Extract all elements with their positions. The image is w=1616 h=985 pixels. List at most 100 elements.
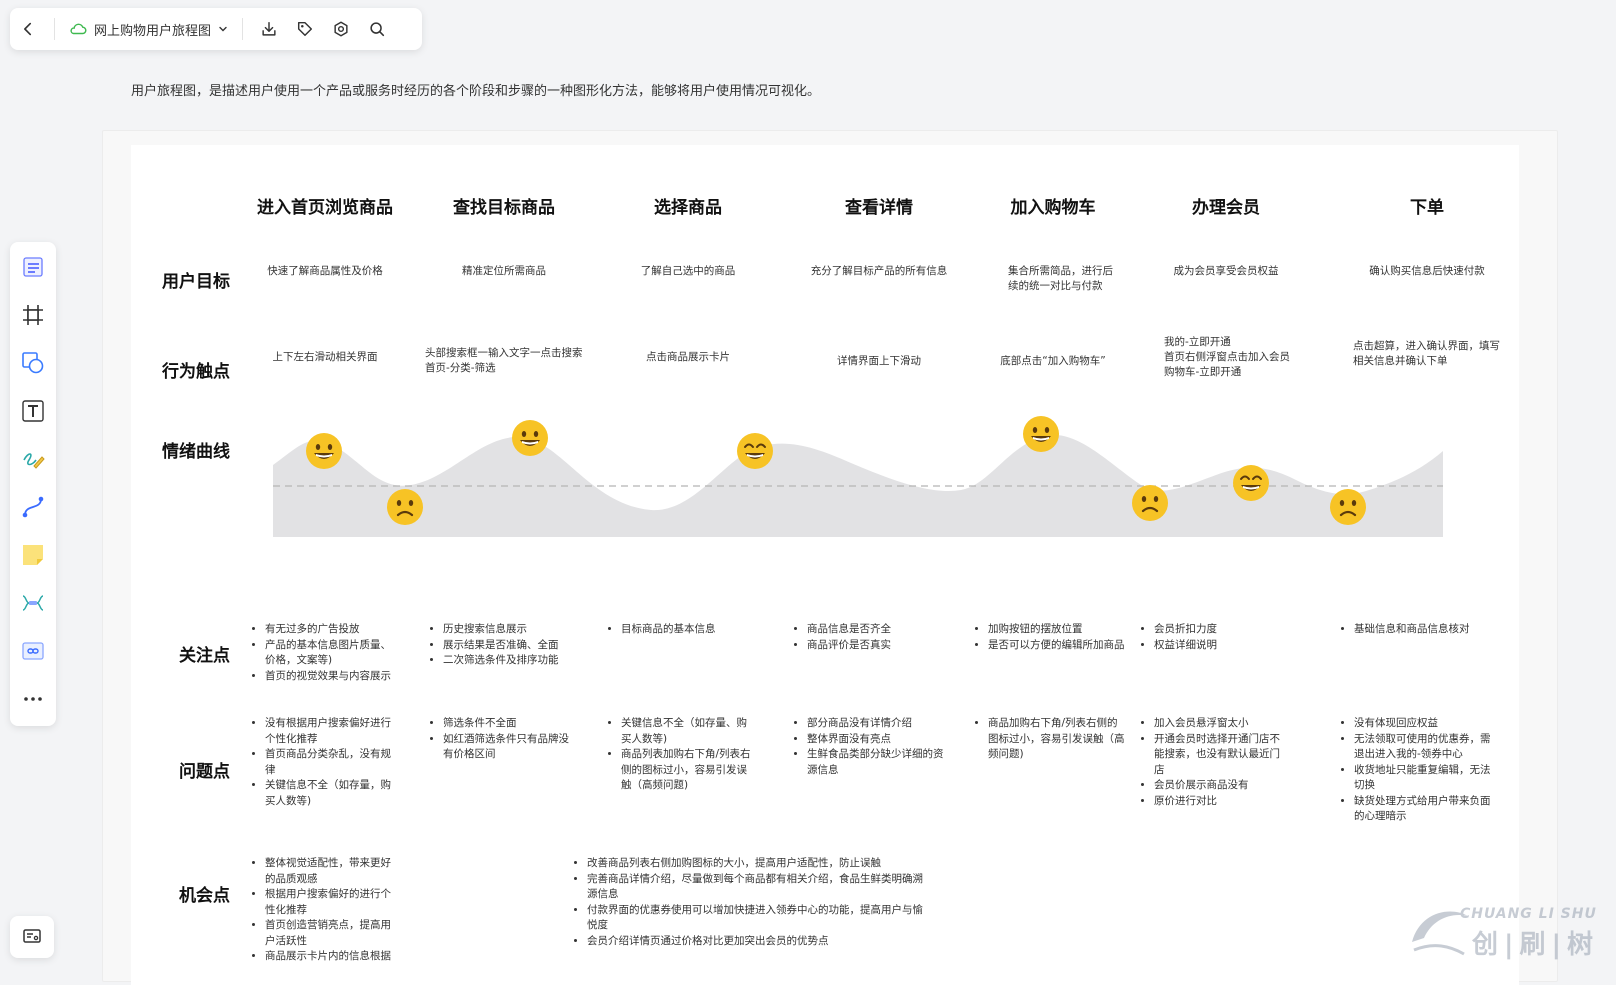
focus-list: 加购按钮的摆放位置 是否可以方便的编辑所加商品 (974, 622, 1128, 653)
focus-list: 历史搜索信息展示 展示结果是否准确、全面 二次筛选条件及排序功能 (429, 622, 603, 669)
row-label-opportunity: 机会点 (179, 886, 230, 906)
left-tool-panel (10, 242, 56, 726)
list-item: 加入会员悬浮窗太小 (1154, 716, 1290, 732)
emotion-grin-icon (1233, 465, 1269, 501)
settings-button[interactable] (323, 11, 359, 47)
list-item: 筛选条件不全面 (443, 716, 579, 732)
toolbar-divider (54, 18, 55, 40)
list-item: 首页创造营销亮点，提高用户活跃性 (265, 918, 401, 949)
journey-map-canvas[interactable]: 进入首页浏览商品 查找目标商品 选择商品 查看详情 加入购物车 办理会员 下单 … (131, 145, 1519, 985)
emotion-happy-icon (306, 433, 342, 469)
problem-list: 商品加购右下角/列表右侧的图标过小，容易引发误触（高频问题) (974, 716, 1126, 763)
list-item: 有无过多的广告投放 (265, 622, 401, 638)
list-item: 整体视觉适配性，带来更好的品质观感 (265, 856, 401, 887)
watermark-cjk-text: 创|刷|树 (1472, 930, 1599, 960)
list-item: 无法领取可使用的优惠券，需退出进入我的-领券中心 (1354, 732, 1494, 763)
embed-link-tool[interactable] (14, 632, 52, 670)
problem-list: 没有根据用户搜索偏好进行个性化推荐 首页商品分类杂乱，没有规律 关键信息不全（如… (251, 716, 401, 809)
mindmap-tool[interactable] (14, 584, 52, 622)
problem-list: 加入会员悬浮窗太小 开通会员时选择开通门店不能搜索，也没有默认最近门店 会员价展… (1140, 716, 1290, 809)
list-item: 部分商品没有详情介绍 (807, 716, 947, 732)
list-item: 改善商品列表右侧加购图标的大小，提高用户适配性，防止误触 (587, 856, 927, 872)
list-item: 缺货处理方式给用户带来负面的心理暗示 (1354, 794, 1494, 825)
list-item: 生鲜食品类部分缺少详细的资源信息 (807, 747, 947, 778)
document-title: 网上购物用户旅程图 (94, 23, 212, 39)
list-item: 基础信息和商品信息核对 (1354, 622, 1504, 638)
mindmap-icon (22, 595, 44, 611)
pen-tool[interactable] (14, 440, 52, 478)
focus-list: 有无过多的广告投放 产品的基本信息图片质量、价格，文案等) 首页的视觉效果与内容… (251, 622, 401, 684)
list-item: 加购按钮的摆放位置 (988, 622, 1128, 638)
list-item: 付款界面的优惠券使用可以增加快捷进入领券中心的功能，提高用户与愉悦度 (587, 903, 927, 934)
list-item: 没有体现回应权益 (1354, 716, 1494, 732)
more-tools-button[interactable] (14, 680, 52, 718)
list-item: 关键信息不全（如存量、购买人数等) (621, 716, 757, 747)
pen-icon (23, 453, 45, 469)
page-description: 用户旅程图，是描述用户使用一个产品或服务时经历的各个阶段和步骤的一种图形化方法，… (131, 84, 821, 99)
list-item: 整体界面没有亮点 (807, 732, 947, 748)
opportunity-list-middle: 改善商品列表右侧加购图标的大小，提高用户适配性，防止误触 完善商品详情介绍，尽量… (573, 856, 927, 949)
frame-icon (23, 305, 43, 325)
list-item: 完善商品详情介绍，尽量做到每个商品都有相关介绍，食品生鲜类明确溯源信息 (587, 872, 927, 903)
focus-list: 基础信息和商品信息核对 (1340, 622, 1504, 638)
download-icon (262, 21, 276, 36)
row-label-focus: 关注点 (179, 646, 230, 666)
chevron-down-icon (219, 26, 227, 32)
outline-tool[interactable] (14, 248, 52, 286)
list-item: 商品信息是否齐全 (807, 622, 957, 638)
outline-icon (23, 257, 43, 277)
frame-tool[interactable] (14, 296, 52, 334)
toolbar-divider (242, 18, 244, 40)
list-item: 会员价展示商品没有 (1154, 778, 1290, 794)
list-item: 商品加购右下角/列表右侧的图标过小，容易引发误触（高频问题) (988, 716, 1126, 763)
list-item: 商品评价是否真实 (807, 638, 957, 654)
sticky-note-icon (23, 545, 43, 565)
top-toolbar: 网上购物用户旅程图 (10, 8, 422, 50)
list-item: 开通会员时选择开通门店不能搜索，也没有默认最近门店 (1154, 732, 1290, 779)
row-label-problem: 问题点 (179, 762, 230, 782)
back-icon (24, 22, 32, 36)
cloud-icon (70, 23, 87, 35)
problem-list: 关键信息不全（如存量、购买人数等) 商品列表加购右下角/列表右侧的图标过小，容易… (607, 716, 757, 794)
search-button[interactable] (359, 11, 395, 47)
list-item: 产品的基本信息图片质量、价格，文案等) (265, 638, 401, 669)
list-item: 是否可以方便的编辑所加商品 (988, 638, 1128, 654)
emotion-happy-icon (1023, 416, 1059, 452)
shape-tool[interactable] (14, 344, 52, 382)
document-title-dropdown[interactable]: 网上购物用户旅程图 (63, 20, 234, 39)
problem-list: 部分商品没有详情介绍 整体界面没有亮点 生鲜食品类部分缺少详细的资源信息 (793, 716, 947, 778)
text-tool[interactable] (14, 392, 52, 430)
connector-tool[interactable] (14, 488, 52, 526)
emotion-happy-icon (512, 420, 548, 456)
list-item: 商品展示卡片内的信息根据 (265, 949, 401, 965)
watermark-latin-text: CHUANG LI SHU (1460, 906, 1597, 922)
shape-icon (22, 352, 44, 374)
emotion-grin-icon (737, 433, 773, 469)
focus-list: 目标商品的基本信息 (607, 622, 771, 638)
download-button[interactable] (251, 11, 287, 47)
back-button[interactable] (10, 11, 46, 47)
focus-list: 会员折扣力度 权益详细说明 (1140, 622, 1294, 653)
focus-list: 商品信息是否齐全 商品评价是否真实 (793, 622, 957, 653)
sticky-note-tool[interactable] (14, 536, 52, 574)
problem-list: 没有体现回应权益 无法领取可使用的优惠券，需退出进入我的-领券中心 收货地址只能… (1340, 716, 1494, 825)
tag-icon (297, 21, 313, 37)
list-item: 收货地址只能重复编辑，无法切换 (1354, 763, 1494, 794)
list-item: 如红酒筛选条件只有品牌没有价格区间 (443, 732, 579, 763)
list-item: 会员介绍详情页通过价格对比更加突出会员的优势点 (587, 934, 927, 950)
list-item: 没有根据用户搜索偏好进行个性化推荐 (265, 716, 401, 747)
list-item: 目标商品的基本信息 (621, 622, 771, 638)
search-icon (370, 22, 385, 37)
emotion-sad-icon (1330, 489, 1366, 525)
present-button[interactable] (10, 916, 54, 958)
settings-icon (334, 21, 348, 37)
text-icon (22, 400, 44, 422)
list-item: 权益详细说明 (1154, 638, 1294, 654)
tag-button[interactable] (287, 11, 323, 47)
problem-list: 筛选条件不全面 如红酒筛选条件只有品牌没有价格区间 (429, 716, 579, 763)
list-item: 原价进行对比 (1154, 794, 1290, 810)
list-item: 二次筛选条件及排序功能 (443, 653, 603, 669)
opportunity-list-left: 整体视觉适配性，带来更好的品质观感 根据用户搜索偏好的进行个性化推荐 首页创造营… (251, 856, 401, 965)
list-item: 首页商品分类杂乱，没有规律 (265, 747, 401, 778)
list-item: 展示结果是否准确、全面 (443, 638, 603, 654)
